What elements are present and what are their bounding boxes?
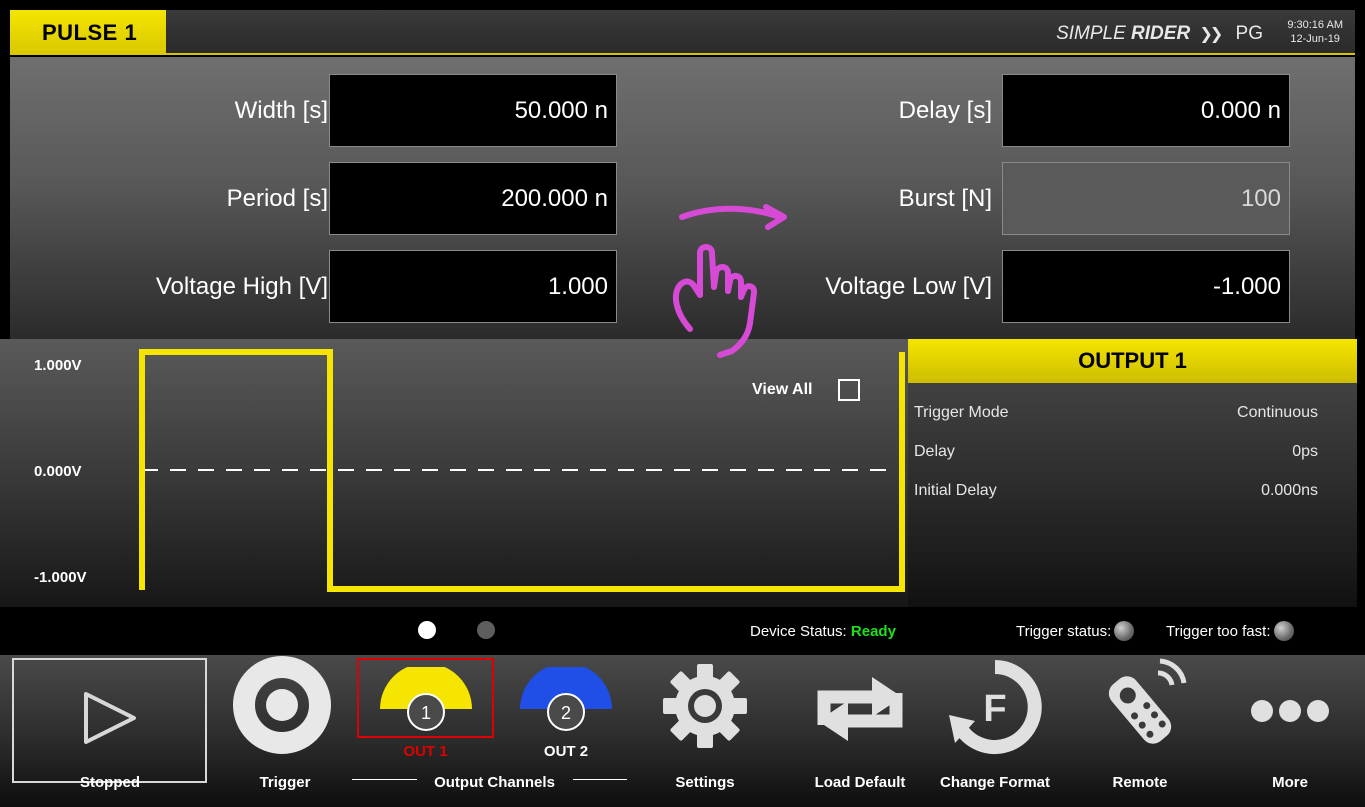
brand-arrows-icon: ❯❯ [1199,26,1223,43]
page-title: PULSE 1 [10,10,166,55]
device-status-value: Ready [850,623,896,640]
out1-selected-frame [357,658,494,738]
more-button[interactable]: More [1230,655,1350,807]
output-row-key: Trigger Mode [914,404,1009,421]
output-row-key: Delay [914,443,955,460]
waveform-display[interactable]: 1.000V 0.000V -1.000V View All [0,339,908,607]
trigger-button[interactable]: Trigger [225,655,345,807]
format-icon: F [949,660,1042,754]
record-icon [233,656,331,754]
clock-date: 12-Jun-19 [1290,33,1340,45]
trigger-status-led-icon [1114,620,1135,641]
output-channels-line-right [573,779,627,780]
toolbar: Stopped Trigger 1 OUT 1 2 OUT 2 Output C… [0,655,1365,807]
trigger-status-label: Trigger status: [1016,623,1112,640]
brand-simple: SIMPLE [1056,23,1126,44]
trigger-too-fast-label: Trigger too fast: [1166,623,1271,640]
settings-label: Settings [675,774,735,791]
voltage-low-label: Voltage Low [V] [825,273,992,300]
brand-suffix: PG [1235,23,1263,44]
remote-label: Remote [1112,774,1168,791]
more-icon [1251,700,1329,722]
header-bar: PULSE 1 SIMPLE RIDER ❯❯ PG 9:30:16 AM 12… [10,10,1355,55]
delay-field[interactable]: 0.000 n [1002,74,1290,147]
out2-number: 2 [561,703,571,723]
clock: 9:30:16 AM 12-Jun-19 [1287,18,1343,46]
play-icon [84,692,136,744]
output-title: OUTPUT 1 [908,339,1357,383]
status-bar: Device Status: Ready Trigger status: Tri… [0,607,1365,655]
output-info-panel: OUTPUT 1 Trigger Mode Continuous Delay 0… [908,339,1357,607]
settings-button[interactable]: Settings [650,655,760,807]
burst-label: Burst [N] [898,185,992,212]
page-indicator-inactive[interactable] [477,621,495,639]
output-row-value: Continuous [1237,404,1318,421]
voltage-high-field[interactable]: 1.000 [329,250,617,323]
brand-rider: RIDER [1131,23,1191,44]
voltage-high-label: Voltage High [V] [155,273,328,300]
trigger-status: Trigger status: [1016,620,1135,641]
out2-channel-icon: 2 [520,667,612,731]
stopped-button[interactable]: Stopped [0,655,220,807]
output-row-value: 0ps [1292,443,1318,460]
out2-label: OUT 2 [543,743,589,760]
remote-button[interactable]: Remote [1085,655,1195,807]
device-status-label: Device Status: [750,623,847,640]
width-field[interactable]: 50.000 n [329,74,617,147]
voltage-low-field[interactable]: -1.000 [1002,250,1290,323]
remote-icon [1108,658,1187,744]
output-row-value: 0.000ns [1261,482,1318,499]
view-all-checkbox[interactable] [838,379,860,401]
gear-icon [663,664,747,748]
more-label: More [1272,774,1308,791]
output-row-key: Initial Delay [914,482,997,499]
swipe-gesture-icon [672,204,787,358]
clock-time: 9:30:16 AM [1287,19,1343,31]
view-all-label: View All [752,381,813,398]
load-default-button[interactable]: Load Default [795,655,925,807]
repeat-icon [817,677,903,741]
stopped-label: Stopped [80,774,140,791]
width-label: Width [s] [234,97,328,124]
page-indicator-active[interactable] [418,621,436,639]
trigger-label: Trigger [259,774,311,791]
change-format-label: Change Format [939,774,1050,791]
output-channels-label: Output Channels [434,774,555,791]
waveform-svg [139,349,905,592]
device-status: Device Status: Ready [750,623,896,640]
period-label: Period [s] [226,185,328,212]
output-channels-line-left [352,779,417,780]
brand-logo: SIMPLE RIDER ❯❯ PG [1056,23,1263,45]
delay-label: Delay [s] [898,97,992,124]
burst-field: 100 [1002,162,1290,235]
trigger-too-fast-led-icon [1273,620,1294,641]
trigger-too-fast: Trigger too fast: [1166,620,1294,641]
period-field[interactable]: 200.000 n [329,162,617,235]
load-default-label: Load Default [814,774,906,791]
svg-text:F: F [983,688,1006,730]
change-format-button[interactable]: F Change Format [930,655,1060,807]
out1-label: OUT 1 [403,743,448,760]
